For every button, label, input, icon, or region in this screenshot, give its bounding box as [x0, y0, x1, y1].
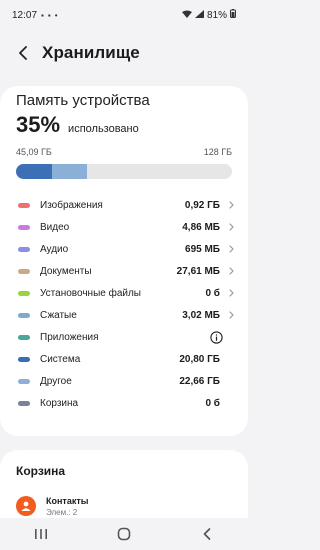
category-value: 0,92 ГБ — [184, 199, 220, 211]
device-storage-card: Память устройства 35% использовано 45,09… — [0, 86, 248, 436]
category-value: 20,80 ГБ — [179, 353, 220, 365]
category-item: Другое 22,66 ГБ — [0, 370, 248, 392]
usage-range: 45,09 ГБ 128 ГБ — [16, 147, 232, 157]
home-icon — [117, 527, 131, 541]
info-icon[interactable] — [208, 330, 224, 344]
header: Хранилище — [0, 36, 248, 70]
category-color-dot — [18, 224, 30, 230]
category-label: Корзина — [40, 397, 79, 409]
category-label: Изображения — [40, 199, 103, 211]
chevron-right-icon — [226, 245, 236, 253]
usage-percent: 35% — [16, 112, 61, 137]
category-color-dot — [18, 202, 30, 208]
wifi-icon — [181, 10, 192, 21]
notification-icon: ▪ — [47, 10, 51, 20]
trash-title: Корзина — [16, 464, 66, 478]
category-item[interactable]: Документы 27,61 МБ — [0, 260, 248, 282]
back-button[interactable] — [10, 40, 36, 66]
category-item[interactable]: Сжатые 3,02 МБ — [0, 304, 248, 326]
contact-icon — [16, 496, 36, 516]
back-icon — [203, 528, 210, 540]
battery-icon — [230, 9, 236, 21]
category-label: Система — [40, 353, 81, 365]
category-color-dot — [18, 312, 30, 318]
category-item: Корзина 0 б — [0, 392, 248, 414]
category-item[interactable]: Видео 4,86 МБ — [0, 216, 248, 238]
trash-item-text: Контакты Элем.: 2 — [46, 496, 88, 517]
trash-item-sub: Элем.: 2 — [46, 508, 78, 517]
category-label: Сжатые — [40, 309, 77, 321]
category-item[interactable]: Приложения — [0, 326, 248, 348]
home-button[interactable] — [109, 522, 139, 546]
recents-button[interactable] — [26, 522, 56, 546]
status-right: 81% — [181, 9, 236, 21]
category-color-dot — [18, 400, 30, 406]
navigation-bar — [0, 518, 248, 550]
status-left: 12:07 ▪ ▪ • — [12, 10, 58, 21]
category-value: 695 МБ — [185, 243, 220, 255]
category-color-dot — [18, 356, 30, 362]
category-value: 4,86 МБ — [182, 221, 220, 233]
category-value: 22,66 ГБ — [179, 375, 220, 387]
chevron-right-icon — [226, 289, 236, 297]
category-color-dot — [18, 334, 30, 340]
category-value: 27,61 МБ — [176, 265, 220, 277]
category-value: 0 б — [205, 287, 220, 299]
category-item[interactable]: Изображения 0,92 ГБ — [0, 194, 248, 216]
used-amount: 45,09 ГБ — [16, 147, 52, 157]
category-color-dot — [18, 268, 30, 274]
usage-bar-segment — [51, 164, 88, 179]
category-color-dot — [18, 246, 30, 252]
category-label: Установочные файлы — [40, 287, 141, 299]
category-label: Документы — [40, 265, 92, 277]
category-label: Приложения — [40, 331, 99, 343]
status-bar: 12:07 ▪ ▪ • 81% — [0, 0, 248, 30]
back-nav-button[interactable] — [192, 522, 222, 546]
status-time: 12:07 — [12, 9, 38, 21]
category-label: Другое — [40, 375, 72, 387]
card-title: Память устройства — [16, 92, 150, 109]
back-arrow-icon — [19, 46, 27, 60]
category-color-dot — [18, 378, 30, 384]
usage-summary: 35% использовано — [16, 112, 139, 138]
category-label: Аудио — [40, 243, 69, 255]
total-amount: 128 ГБ — [203, 147, 232, 157]
usage-label: использовано — [68, 123, 139, 135]
chevron-right-icon — [226, 201, 236, 209]
signal-icon — [194, 9, 204, 21]
usage-bar — [16, 164, 232, 179]
category-item[interactable]: Аудио 695 МБ — [0, 238, 248, 260]
chevron-right-icon — [226, 223, 236, 231]
chevron-right-icon — [226, 311, 236, 319]
category-list: Изображения 0,92 ГБ Видео 4,86 МБ Аудио 695 М… — [0, 194, 248, 414]
notification-icon: ▪ — [41, 10, 44, 20]
trash-item-label: Контакты — [46, 496, 89, 506]
battery-text: 81% — [206, 9, 227, 21]
chevron-right-icon — [226, 267, 236, 275]
page-title: Хранилище — [42, 43, 140, 62]
trash-item-contacts[interactable]: Контакты Элем.: 2 — [16, 496, 88, 517]
category-label: Видео — [40, 221, 70, 233]
category-item: Система 20,80 ГБ — [0, 348, 248, 370]
category-value: 3,02 МБ — [182, 309, 220, 321]
recents-icon — [35, 529, 48, 539]
category-item[interactable]: Установочные файлы 0 б — [0, 282, 248, 304]
category-value: 0 б — [205, 397, 220, 409]
category-color-dot — [18, 290, 30, 296]
notification-icon: • — [54, 10, 58, 20]
trash-card: Корзина Контакты Элем.: 2 — [0, 450, 248, 520]
usage-bar-segment — [16, 164, 52, 179]
